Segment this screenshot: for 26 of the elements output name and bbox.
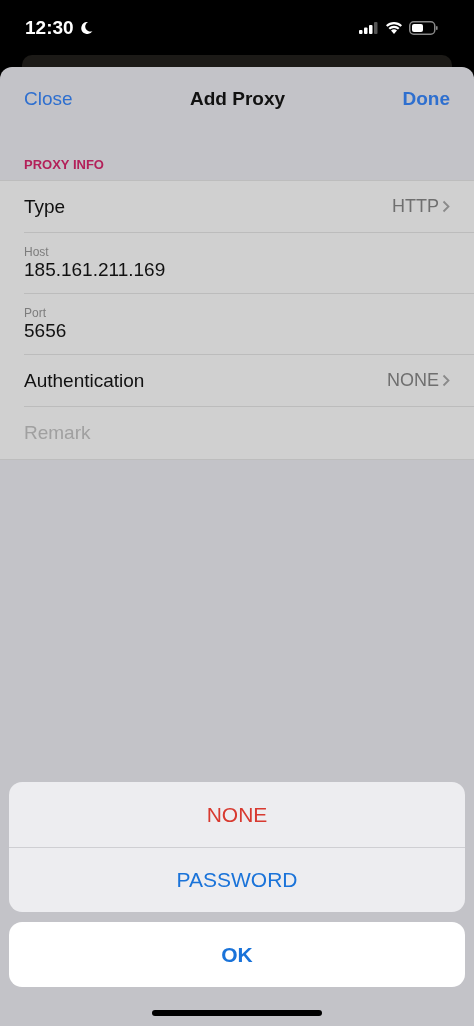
- close-button[interactable]: Close: [24, 88, 73, 110]
- wifi-icon: [385, 21, 403, 34]
- text-field[interactable]: Port 5656: [24, 294, 474, 355]
- field-label: Host: [24, 245, 50, 259]
- text-field[interactable]: Host 185.161.211.169: [24, 233, 474, 294]
- row-label: Authentication: [24, 369, 146, 392]
- signal-icon: [359, 21, 379, 34]
- action-option[interactable]: PASSWORD: [9, 847, 465, 912]
- battery-icon: [409, 20, 438, 35]
- row-value: HTTP: [392, 196, 439, 217]
- chevron-icon: [442, 200, 450, 213]
- field-value: 185.161.211.169: [24, 259, 167, 281]
- row-label: Type: [24, 195, 67, 218]
- status-time: 12:30: [25, 16, 74, 39]
- field-label: Port: [24, 306, 47, 320]
- action-option[interactable]: NONE: [9, 782, 465, 847]
- disclosure-row[interactable]: Authentication NONE: [24, 355, 474, 407]
- done-button[interactable]: Done: [402, 88, 450, 110]
- chevron-icon: [442, 374, 450, 387]
- disclosure-row[interactable]: Type HTTP: [24, 181, 474, 233]
- moon-icon: [79, 20, 93, 35]
- field-value: 5656: [24, 320, 68, 342]
- row-value: NONE: [387, 370, 439, 391]
- ok-button[interactable]: OK: [9, 922, 465, 987]
- sheet-title: Add Proxy: [190, 88, 286, 110]
- section-header: PROXY INFO: [23, 156, 105, 174]
